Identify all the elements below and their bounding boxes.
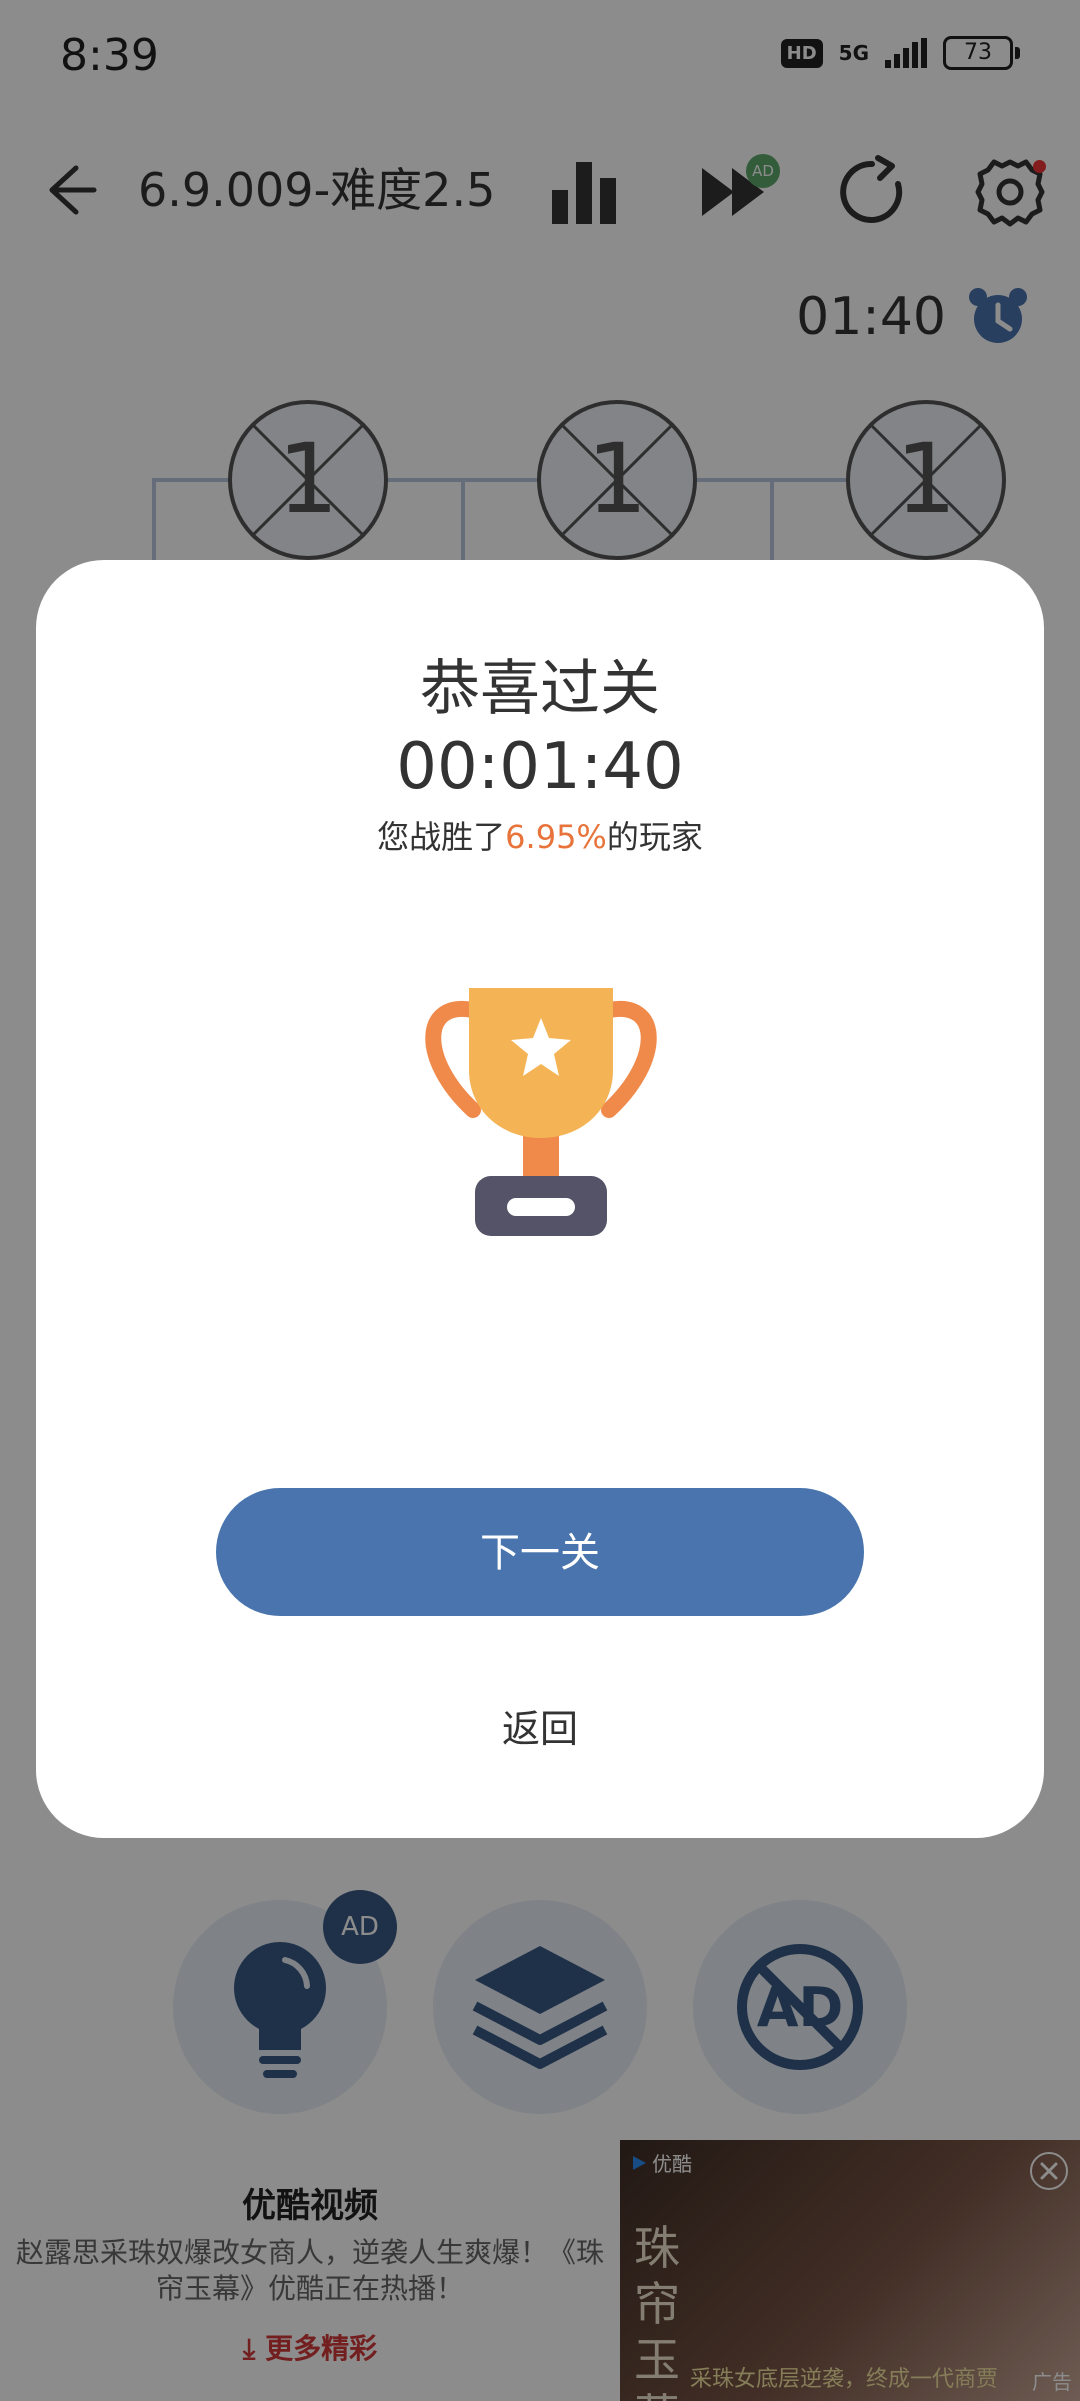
return-button[interactable]: 返回: [36, 1698, 1044, 1753]
modal-overlay: 恭喜过关 00:01:40 您战胜了6.95%的玩家 下一关 返回: [0, 0, 1080, 2401]
ranking-prefix: 您战胜了: [377, 818, 506, 856]
player-ranking: 您战胜了6.95%的玩家: [36, 812, 1044, 858]
ranking-percent: 6.95%: [505, 818, 607, 856]
completion-time: 00:01:40: [396, 730, 684, 804]
level-complete-dialog: 恭喜过关 00:01:40 您战胜了6.95%的玩家 下一关 返回: [36, 560, 1044, 1838]
trophy-icon: [425, 988, 657, 1236]
next-level-button[interactable]: 下一关: [216, 1488, 864, 1616]
dialog-title: 恭喜过关: [420, 654, 660, 724]
ranking-suffix: 的玩家: [606, 818, 703, 856]
